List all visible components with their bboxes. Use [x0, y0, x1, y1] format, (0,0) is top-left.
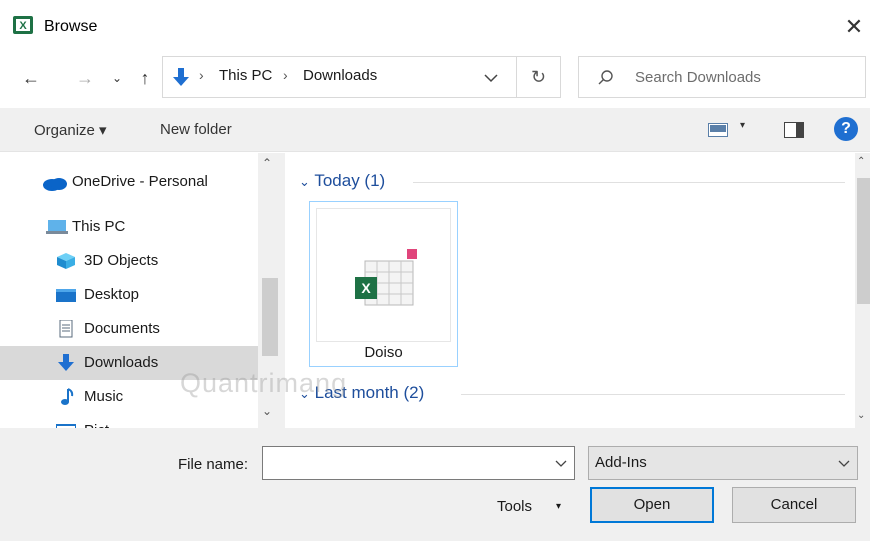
excel-addin-file-icon: X — [355, 249, 417, 306]
3d-objects-icon — [57, 253, 75, 269]
sidebar-item-documents[interactable]: Documents — [0, 312, 258, 346]
help-icon[interactable]: ? — [834, 117, 858, 141]
group-divider — [461, 394, 845, 395]
svg-text:X: X — [19, 20, 27, 32]
sidebar-item-label: Desktop — [84, 286, 140, 303]
sidebar-item-label: Downloads — [84, 354, 159, 371]
file-name-label: Doiso — [364, 344, 403, 361]
breadcrumb-this-pc[interactable]: This PC — [219, 67, 272, 84]
watermark-logo: Quantrimang — [180, 368, 348, 398]
scroll-up-chevron-icon[interactable]: ⌃ — [857, 156, 865, 167]
sidebar-item-label: OneDrive - Personal — [72, 173, 208, 190]
search-icon — [598, 70, 613, 85]
file-name-dropdown-chevron-icon[interactable] — [553, 454, 569, 472]
window-title: Browse — [44, 18, 98, 35]
tools-menu-button[interactable]: Tools — [497, 498, 532, 515]
preview-pane-icon[interactable] — [784, 122, 804, 138]
scroll-down-chevron-icon[interactable]: ⌄ — [262, 404, 272, 418]
breadcrumb-separator-icon: › — [199, 67, 204, 83]
back-arrow-icon[interactable]: ← — [18, 64, 44, 92]
svg-text:X: X — [361, 280, 371, 296]
sidebar-item-label: Music — [84, 388, 124, 405]
scroll-down-chevron-icon[interactable]: ⌄ — [857, 410, 865, 421]
content-scroll-thumb[interactable] — [857, 178, 870, 304]
documents-icon — [59, 320, 73, 338]
sidebar-item-desktop[interactable]: Desktop — [0, 278, 258, 312]
sidebar-item-label: 3D Objects — [84, 252, 159, 269]
file-type-select[interactable]: Add-Ins — [588, 446, 858, 480]
sidebar-item-label: Pict — [84, 414, 109, 428]
group-divider — [413, 182, 845, 183]
organize-menu-button[interactable]: Organize ▾ — [34, 121, 107, 139]
recent-locations-chevron-icon[interactable]: ⌄ — [104, 64, 130, 92]
forward-arrow-icon[interactable]: → — [72, 64, 98, 92]
breadcrumb-separator-icon: › — [283, 67, 288, 83]
title-bar: X Browse ✕ — [0, 0, 870, 56]
downloads-icon — [58, 354, 74, 371]
file-type-dropdown-chevron-icon — [838, 460, 850, 467]
search-input[interactable]: Search Downloads — [578, 56, 866, 98]
cancel-button[interactable]: Cancel — [732, 487, 856, 523]
refresh-icon[interactable]: ↻ — [517, 56, 561, 98]
open-button[interactable]: Open — [590, 487, 714, 523]
downloads-folder-icon — [173, 68, 189, 86]
sidebar-scroll-thumb[interactable] — [262, 278, 278, 356]
sidebar-item-onedrive[interactable]: OneDrive - Personal — [0, 165, 258, 199]
address-dropdown-chevron-icon[interactable] — [481, 69, 501, 87]
breadcrumb-downloads[interactable]: Downloads — [303, 67, 377, 84]
excel-app-icon: X — [13, 16, 33, 34]
sidebar-item-label: Documents — [84, 320, 160, 337]
scroll-up-chevron-icon[interactable]: ⌃ — [262, 156, 272, 170]
dialog-footer: File name: Add-Ins Tools ▾ Open Cancel — [0, 428, 870, 541]
view-options-caret-icon[interactable]: ▾ — [740, 120, 745, 131]
file-name-label: File name: — [178, 456, 249, 473]
file-type-value: Add-Ins — [595, 454, 647, 471]
file-item[interactable]: X Doiso — [309, 201, 458, 367]
address-bar[interactable]: › This PC › Downloads — [162, 56, 517, 98]
music-icon — [61, 388, 74, 405]
tools-caret-icon[interactable]: ▾ — [556, 501, 561, 512]
command-bar: Organize ▾ New folder ▾ ? — [0, 108, 870, 152]
this-pc-icon — [46, 220, 68, 234]
sidebar-item-label: This PC — [72, 218, 126, 235]
onedrive-cloud-icon — [43, 178, 67, 191]
collapse-chevron-icon: ⌄ — [299, 174, 310, 189]
sidebar-item-3d-objects[interactable]: 3D Objects — [0, 244, 258, 278]
close-icon[interactable]: ✕ — [840, 12, 868, 42]
search-placeholder: Search Downloads — [635, 69, 761, 86]
file-name-input[interactable] — [262, 446, 575, 480]
sidebar-item-pictures[interactable]: Pict — [0, 414, 258, 428]
sidebar-item-this-pc[interactable]: This PC — [0, 210, 258, 244]
file-list: ⌄ Today (1) X Doiso ⌄ Last month (2) — [285, 153, 855, 428]
file-thumbnail: X — [316, 208, 451, 342]
group-label: Today (1) — [314, 171, 386, 190]
change-view-icon[interactable] — [708, 123, 728, 137]
desktop-icon — [56, 289, 76, 302]
group-header-today[interactable]: ⌄ Today (1) — [299, 171, 385, 191]
new-folder-button[interactable]: New folder — [160, 121, 232, 138]
up-arrow-icon[interactable]: ↑ — [132, 64, 158, 92]
